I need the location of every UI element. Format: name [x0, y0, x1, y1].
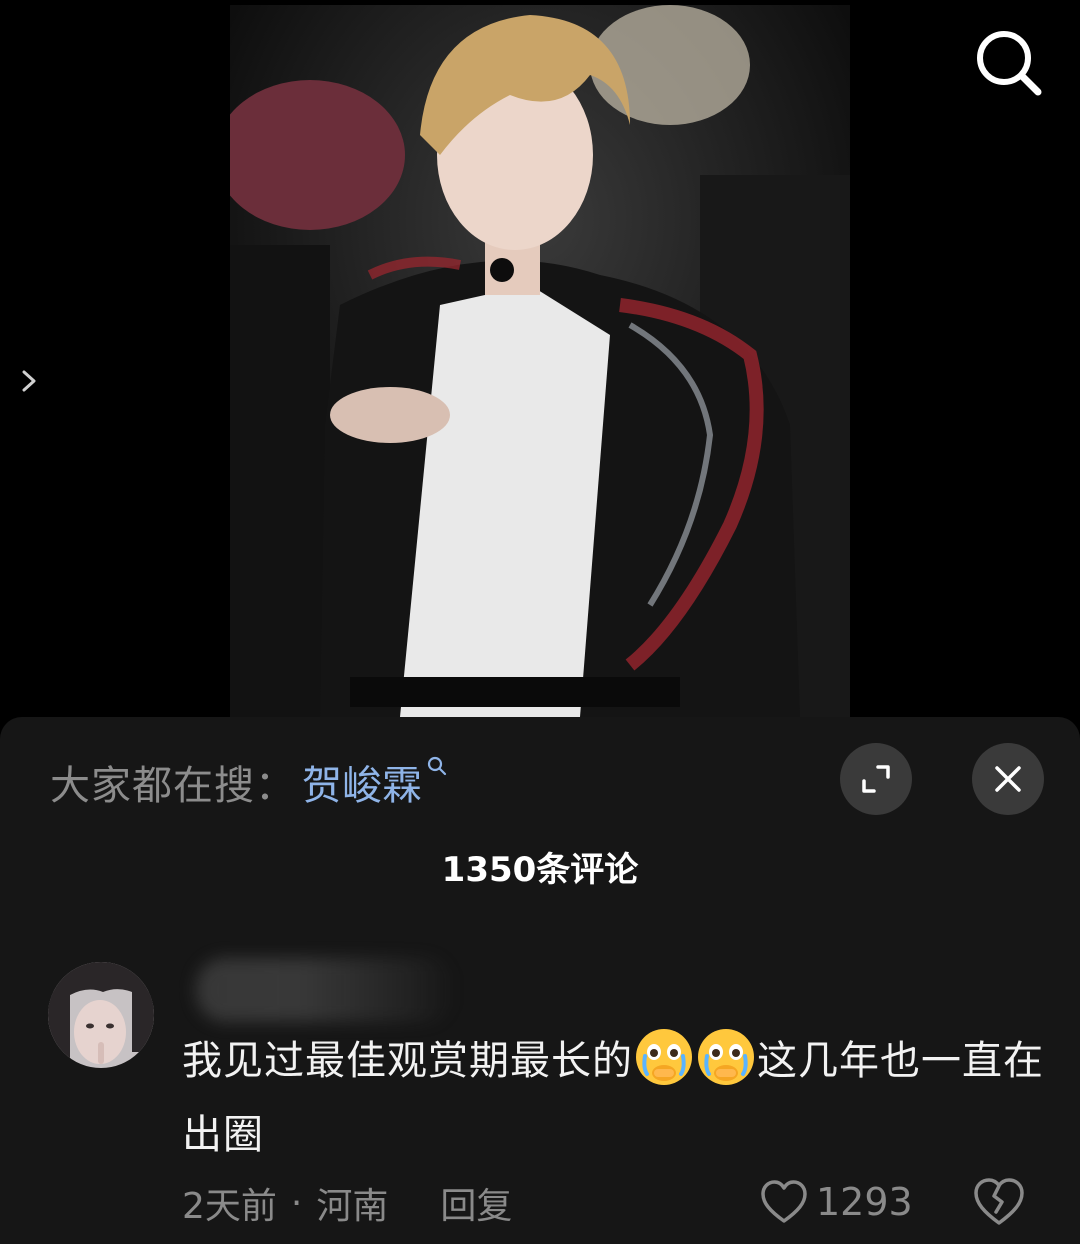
expand-button[interactable]: [840, 743, 912, 815]
avatar[interactable]: [48, 962, 154, 1068]
performer-photo: [230, 5, 850, 717]
close-button[interactable]: [972, 743, 1044, 815]
crying-face-emoji: [633, 1026, 695, 1088]
comment-count: 1350条评论: [441, 850, 639, 890]
close-icon: [995, 766, 1021, 792]
comment-meta: 2天前 · 河南 回复: [182, 1176, 512, 1230]
video-area[interactable]: [0, 0, 1080, 717]
hot-search-term-link[interactable]: 贺峻霖: [302, 753, 448, 811]
video-frame[interactable]: [230, 5, 850, 717]
username-blurred[interactable]: [196, 958, 456, 1022]
screen: 大家都在搜： 贺峻霖 1350条评论 我见过最佳观赏期最长的 这几年也一直在出圈…: [0, 0, 1080, 1244]
like-count: 1293: [816, 1180, 913, 1224]
comment-location: 河南: [316, 1186, 389, 1227]
hot-search-row: 大家都在搜： 贺峻霖: [50, 752, 448, 812]
expand-icon: [862, 765, 890, 793]
broken-heart-icon: [974, 1178, 1024, 1225]
comment-time: 2天前: [182, 1186, 277, 1227]
hot-search-term: 贺峻霖: [302, 763, 422, 809]
reply-button[interactable]: 回复: [440, 1177, 512, 1229]
search-button[interactable]: [968, 24, 1048, 104]
chevron-right-icon[interactable]: [14, 362, 44, 400]
heart-icon: [761, 1180, 807, 1223]
search-icon: [977, 31, 1042, 96]
crying-face-emoji: [695, 1026, 757, 1088]
comment-text-part-1: 我见过最佳观赏期最长的: [182, 1038, 633, 1084]
meta-separator: ·: [290, 1182, 303, 1224]
like-button[interactable]: 1293: [760, 1174, 913, 1230]
dislike-button[interactable]: [972, 1176, 1026, 1228]
comment-text: 我见过最佳观赏期最长的 这几年也一直在出圈: [182, 1024, 1052, 1172]
small-search-icon: [427, 756, 447, 776]
hot-search-prefix: 大家都在搜：: [50, 763, 296, 809]
